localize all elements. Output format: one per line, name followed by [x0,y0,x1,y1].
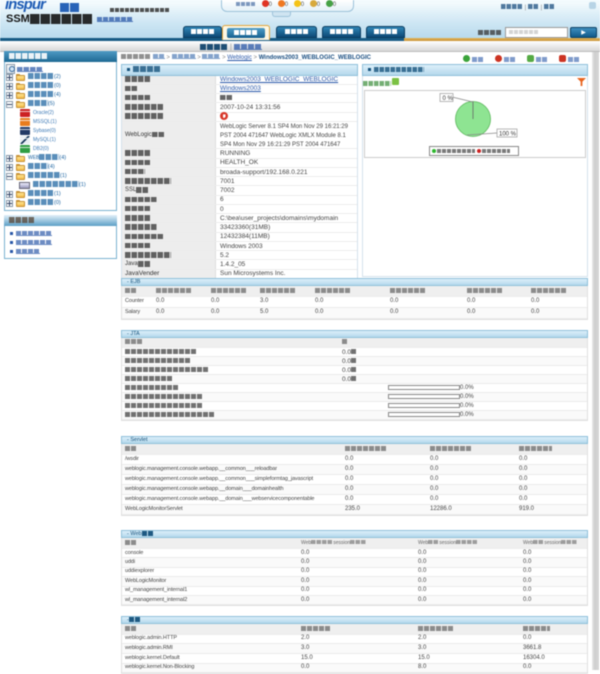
svg-text:0 %: 0 % [443,96,454,102]
svg-text:100 %: 100 % [499,131,517,137]
